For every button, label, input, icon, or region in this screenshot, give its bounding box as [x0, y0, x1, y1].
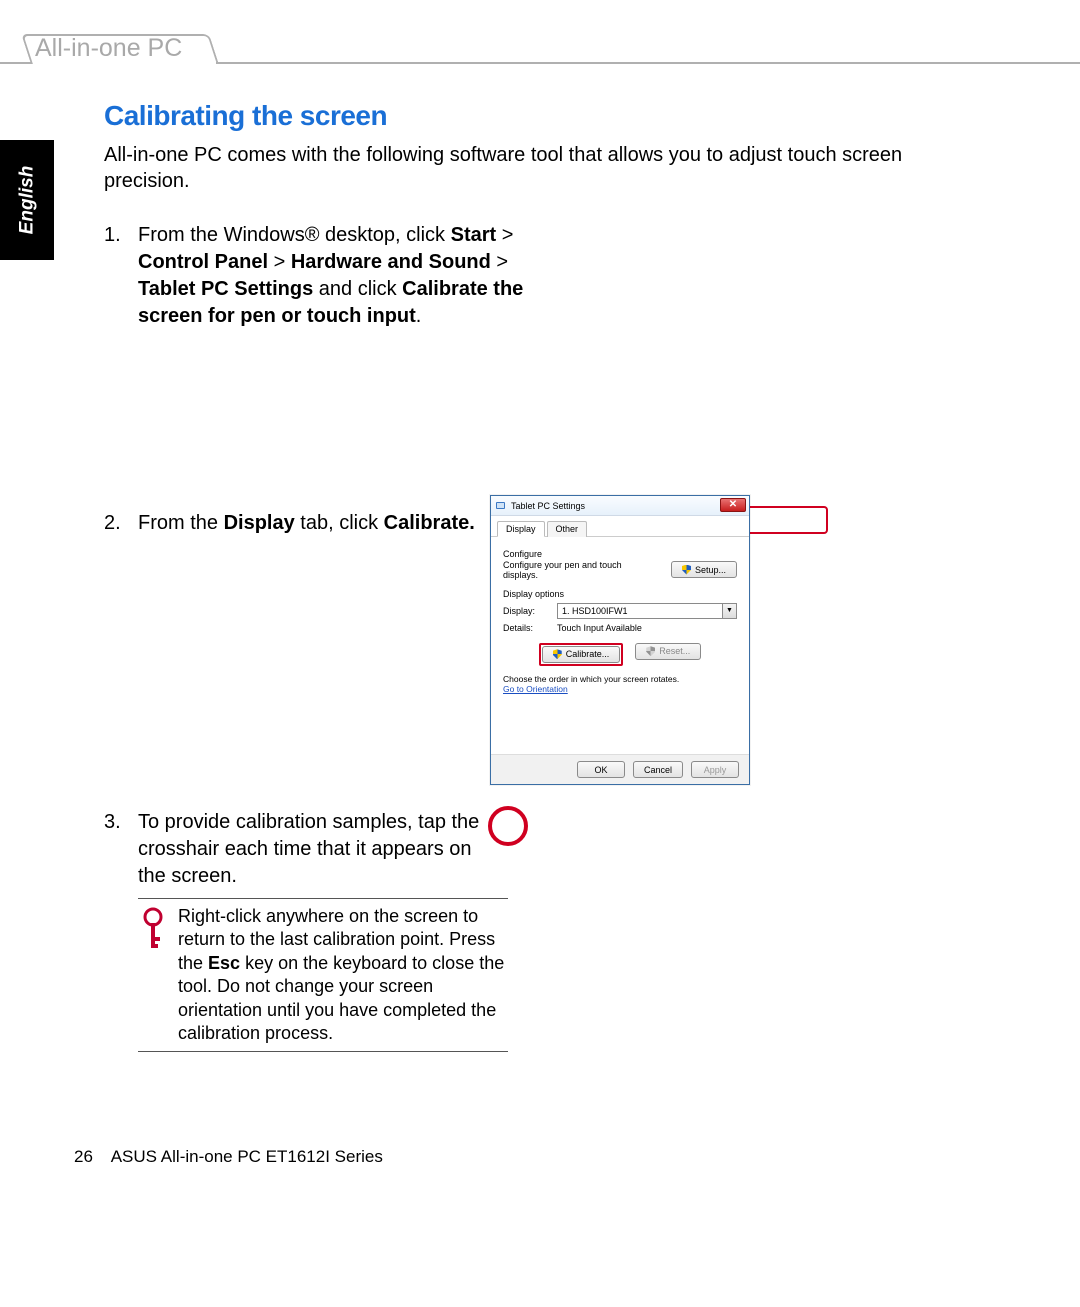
header-tab-label: All-in-one PC — [35, 34, 182, 63]
t: and click — [313, 278, 402, 300]
t: > — [496, 224, 513, 246]
step-3-number: 3. — [104, 809, 138, 836]
step-3: 3. To provide calibration samples, tap t… — [104, 809, 984, 890]
header-rule-left — [0, 62, 32, 64]
shield-icon — [646, 646, 655, 656]
t: Hardware and Sound — [291, 251, 491, 273]
calibrate-button-label: Calibrate... — [566, 649, 610, 659]
note-block: Right-click anywhere on the screen to re… — [138, 898, 508, 1052]
crosshair-target-icon — [488, 806, 528, 846]
footer: 26 ASUS All-in-one PC ET1612I Series — [74, 1147, 383, 1167]
t: From the Windows® desktop, click — [138, 224, 451, 246]
header-rule-right — [216, 62, 1080, 64]
details-label: Details: — [503, 623, 547, 633]
rotation-order-text: Choose the order in which your screen ro… — [503, 674, 737, 684]
intro-paragraph: All-in-one PC comes with the following s… — [104, 142, 984, 194]
t: > — [491, 251, 508, 273]
step-1-text: From the Windows® desktop, click Start >… — [138, 222, 538, 330]
language-tab: English — [0, 140, 54, 260]
t: Calibrate. — [384, 512, 475, 534]
step-3-text: To provide calibration samples, tap the … — [138, 809, 498, 890]
display-select[interactable]: 1. HSD100IFW1 ▼ — [557, 603, 737, 619]
t: . — [416, 305, 422, 327]
dialog-titlebar: Tablet PC Settings ✕ — [491, 496, 749, 516]
configure-group-label: Configure — [503, 549, 737, 559]
step-1: 1. From the Windows® desktop, click Star… — [104, 222, 984, 330]
display-options-label: Display options — [503, 589, 737, 599]
tab-other[interactable]: Other — [547, 521, 588, 537]
display-select-value: 1. HSD100IFW1 — [562, 606, 628, 616]
section-title: Calibrating the screen — [104, 100, 984, 132]
highlight-box-calibrate-button: Calibrate... — [539, 643, 624, 666]
tablet-icon — [495, 500, 507, 512]
t: > — [268, 251, 291, 273]
details-value: Touch Input Available — [557, 623, 642, 633]
language-label: English — [16, 166, 38, 235]
chevron-down-icon[interactable]: ▼ — [722, 603, 737, 619]
go-to-orientation-link[interactable]: Go to Orientation — [503, 684, 568, 694]
display-label: Display: — [503, 606, 547, 616]
key-icon — [138, 905, 168, 1045]
t: Display — [224, 512, 295, 534]
shield-icon — [682, 565, 691, 575]
ok-button[interactable]: OK — [577, 761, 625, 778]
page-number: 26 — [74, 1147, 93, 1166]
dialog-footer: OK Cancel Apply — [491, 754, 749, 784]
dialog-title: Tablet PC Settings — [511, 501, 585, 511]
t: Esc — [208, 953, 240, 973]
reset-button-label: Reset... — [659, 646, 690, 656]
cancel-button[interactable]: Cancel — [633, 761, 683, 778]
setup-button[interactable]: Setup... — [671, 561, 737, 578]
step-2-text: From the Display tab, click Calibrate. — [138, 510, 508, 537]
tab-display[interactable]: Display — [497, 521, 545, 537]
header-band: All-in-one PC — [0, 38, 1080, 68]
t: Tablet PC Settings — [138, 278, 313, 300]
t: Start — [451, 224, 497, 246]
tablet-pc-settings-dialog: Tablet PC Settings ✕ Display Other Confi… — [490, 495, 750, 785]
step-1-number: 1. — [104, 222, 138, 249]
t: tab, click — [295, 512, 384, 534]
dialog-tabs: Display Other — [491, 516, 749, 537]
product-series: ASUS All-in-one PC ET1612I Series — [111, 1147, 383, 1166]
t: Control Panel — [138, 251, 268, 273]
note-text: Right-click anywhere on the screen to re… — [178, 905, 508, 1045]
reset-button[interactable]: Reset... — [635, 643, 701, 660]
setup-button-label: Setup... — [695, 565, 726, 575]
close-button[interactable]: ✕ — [720, 498, 746, 512]
calibrate-button[interactable]: Calibrate... — [542, 646, 621, 663]
t: From the — [138, 512, 224, 534]
shield-icon — [553, 649, 562, 659]
configure-text: Configure your pen and touch displays. — [503, 561, 631, 581]
apply-button[interactable]: Apply — [691, 761, 739, 778]
step-2-number: 2. — [104, 510, 138, 537]
